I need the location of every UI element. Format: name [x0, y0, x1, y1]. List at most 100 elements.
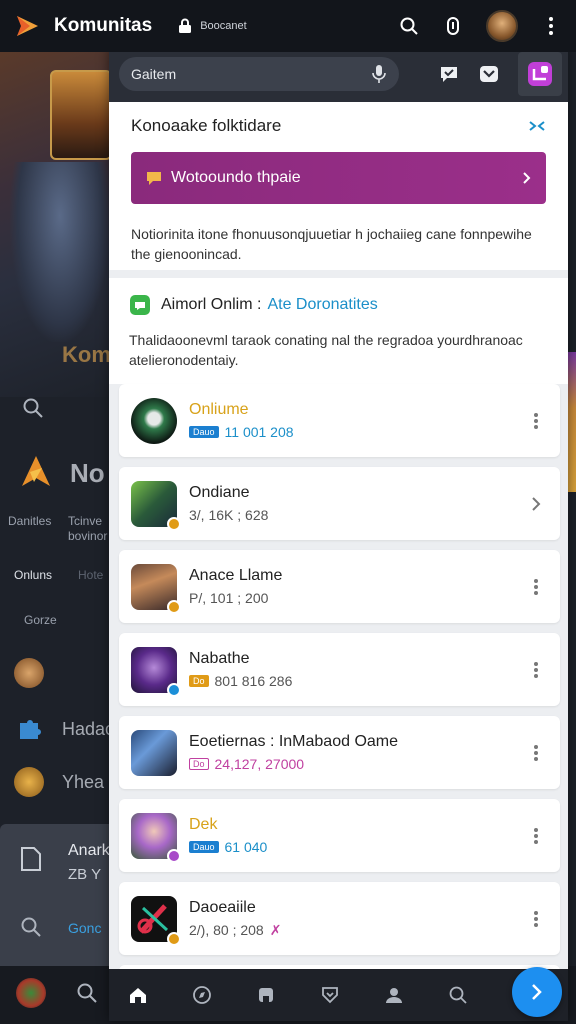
member-avatar — [131, 563, 181, 614]
status-dot — [167, 516, 181, 531]
profile-icon[interactable] — [383, 984, 405, 1006]
info-icon[interactable] — [442, 15, 464, 37]
background-brand-icon — [22, 456, 50, 486]
intro-card: Konoaake folktidare Wotooundo thpaie Not… — [109, 102, 568, 270]
microphone-icon[interactable] — [371, 64, 387, 84]
more-vertical-icon[interactable] — [524, 661, 548, 679]
member-avatar — [131, 397, 177, 444]
list-item[interactable]: Onliume Dauo 11 001 208 — [119, 384, 560, 457]
background-sheet: Anark ZB Y Gonc — [0, 824, 115, 966]
lock-status: Boocanet — [178, 18, 247, 34]
list-item[interactable]: Dek Dauo 61 040 — [119, 799, 560, 872]
chevron-right-icon[interactable] — [524, 496, 548, 512]
lock-label: Boocanet — [200, 20, 247, 32]
status-dot — [167, 599, 181, 614]
more-vertical-icon[interactable] — [540, 15, 562, 37]
member-avatar — [131, 812, 181, 863]
app-logo-icon — [17, 16, 38, 36]
next-fab-button[interactable] — [512, 967, 562, 1017]
more-vertical-icon[interactable] — [524, 910, 548, 928]
hero-thumbnail — [50, 70, 112, 160]
member-stats: 3/, 16K ; 628 — [189, 507, 269, 523]
background-row-2: Yhea — [62, 772, 105, 792]
intro-title: Konoaake folktidare — [131, 116, 282, 135]
compass-icon[interactable] — [191, 984, 213, 1006]
community-list: Onliume Dauo 11 001 208 Ondiane 3/, 16K … — [109, 384, 568, 1005]
member-avatar — [131, 729, 177, 776]
member-name: Daoeaiile — [189, 898, 256, 916]
intro-description: Notiorinita itone fhonuusonqjuuetiar h j… — [131, 226, 532, 262]
member-stats: 801 816 286 — [214, 673, 293, 689]
online-section: Aimorl Onlim : Ate Doronatites Thalidaoo… — [109, 278, 568, 384]
more-vertical-icon[interactable] — [524, 412, 548, 430]
background-sheet-title: Anark — [68, 842, 110, 859]
background-bottom-avatar[interactable] — [16, 978, 46, 1008]
heart-icon: ✗ — [269, 921, 282, 938]
shield-check-icon[interactable] — [478, 63, 500, 85]
member-badge: Do — [189, 758, 209, 770]
online-chat-icon — [130, 295, 150, 315]
member-avatar — [131, 646, 181, 697]
background-puzzle-icon — [20, 720, 41, 739]
user-avatar[interactable] — [486, 10, 518, 42]
hero-text: Kom — [62, 342, 111, 367]
list-item[interactable]: Eoetiernas : InMabaod Oame Do 24,127, 27… — [119, 716, 560, 789]
member-name: Nabathe — [189, 650, 250, 667]
list-item[interactable]: Nabathe Do 801 816 286 — [119, 633, 560, 706]
background-tab-other[interactable]: Hote — [78, 568, 103, 582]
member-name: Onliume — [189, 401, 249, 418]
background-bottom-search-icon[interactable] — [76, 982, 98, 1004]
online-description: Thalidaoonevml taraok conating nal the r… — [129, 332, 523, 368]
member-badge: Dauo — [189, 426, 219, 438]
panel-search-placeholder: Gaitem — [131, 66, 177, 82]
banner-text: Wotooundo thpaie — [171, 169, 301, 186]
member-name: Eoetiernas : InMabaod Oame — [189, 733, 399, 750]
search-icon[interactable] — [398, 15, 420, 37]
background-label-1: Danitles — [8, 514, 52, 528]
featured-banner[interactable]: Wotooundo thpaie — [131, 152, 546, 204]
app-title: Komunitas — [54, 15, 153, 36]
background-avatar-2 — [14, 767, 44, 797]
member-avatar — [131, 895, 181, 946]
lock-icon — [179, 18, 192, 33]
collapse-icon[interactable] — [528, 120, 546, 132]
document-icon — [21, 847, 41, 871]
community-app-icon — [528, 62, 552, 86]
online-title: Aimorl Onlim : — [161, 296, 262, 313]
background-tab-online[interactable]: Onluns — [14, 568, 52, 582]
background-title: No — [70, 458, 105, 488]
community-app-tile[interactable] — [518, 52, 562, 96]
hero-character-image — [10, 162, 110, 342]
list-item[interactable]: Ondiane 3/, 16K ; 628 — [119, 467, 560, 540]
bottom-search-icon[interactable] — [447, 984, 469, 1006]
panel-search-input[interactable]: Gaitem — [119, 57, 399, 91]
member-stats: 2/), 80 ; 208 — [189, 922, 264, 938]
member-stats: 61 040 — [224, 839, 268, 855]
status-dot — [167, 682, 181, 697]
status-dot — [167, 931, 181, 946]
more-vertical-icon[interactable] — [524, 827, 548, 845]
chat-bubble-icon[interactable] — [438, 63, 460, 85]
bookmark-icon[interactable] — [255, 984, 277, 1006]
member-badge: Dauo — [189, 841, 219, 853]
home-icon[interactable] — [127, 984, 149, 1006]
online-link[interactable]: Ate Doronatites — [267, 296, 377, 314]
background-sheet-link[interactable]: Gonc — [68, 920, 101, 936]
background-label-2: Tcinve bovinor — [68, 514, 108, 543]
panel-header: Gaitem — [109, 46, 568, 102]
member-stats: P/, 101 ; 200 — [189, 590, 269, 606]
list-item[interactable]: Anace Llame P/, 101 ; 200 — [119, 550, 560, 623]
list-item[interactable]: Daoeaiile 2/), 80 ; 208 ✗ — [119, 882, 560, 955]
member-name: Anace Llame — [189, 567, 283, 584]
member-stats: 11 001 208 — [224, 424, 294, 440]
background-search-icon[interactable] — [22, 397, 44, 419]
background-sheet-subtitle: ZB Y — [68, 866, 102, 883]
chevron-right-icon — [532, 984, 542, 1000]
more-vertical-icon[interactable] — [524, 744, 548, 762]
member-avatar — [131, 480, 181, 531]
background-sheet-search-icon[interactable] — [20, 916, 42, 938]
chat-icon — [147, 172, 161, 185]
shield-icon[interactable] — [319, 984, 341, 1006]
more-vertical-icon[interactable] — [524, 578, 548, 596]
bottom-navigation — [109, 969, 568, 1021]
